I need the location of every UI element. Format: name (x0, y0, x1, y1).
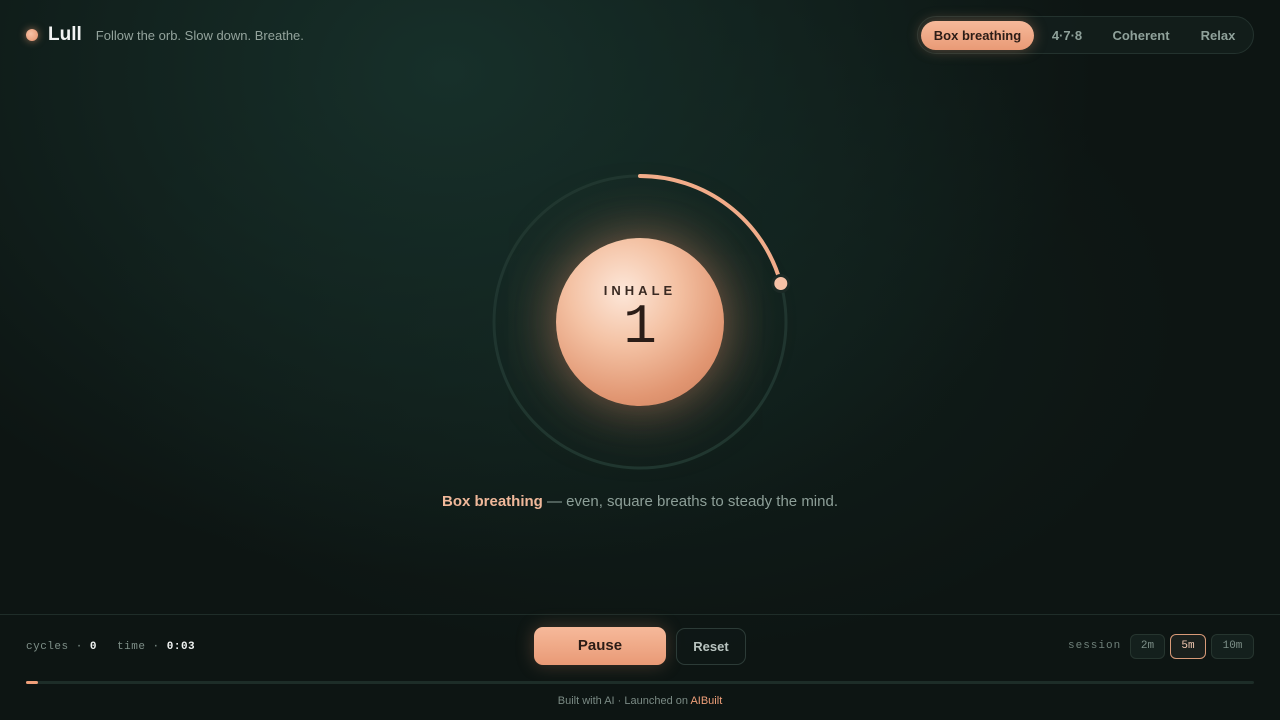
session-progress-bar (26, 681, 1254, 684)
credit-text: Built with AI · Launched on (557, 695, 691, 707)
session-label: session (1068, 640, 1122, 652)
time-label: time · (117, 641, 160, 653)
technique-name: Box breathing (441, 493, 543, 510)
technique-description: Box breathing — even, square breaths to … (0, 493, 1280, 510)
credit-line: Built with AI · Launched on AIBuilt (0, 695, 1280, 707)
footer-divider (0, 614, 1280, 615)
session-progress-fill (26, 681, 38, 684)
credit-link[interactable]: AIBuilt (690, 695, 722, 707)
progress-ring-knob (771, 274, 791, 293)
session-stats: cycles · 0 time · 0:03 (26, 640, 195, 654)
session-5m-chip[interactable]: 5m (1170, 634, 1206, 659)
session-10m-chip[interactable]: 10m (1211, 634, 1254, 659)
reset-button[interactable]: Reset (676, 628, 746, 665)
cycles-label: cycles · (26, 641, 83, 653)
phase-count: 1 (623, 295, 657, 359)
time-value: 0:03 (166, 641, 196, 653)
cycles-value: 0 (89, 641, 98, 653)
pause-button[interactable]: Pause (534, 627, 666, 665)
session-2m-chip[interactable]: 2m (1130, 634, 1165, 659)
technique-summary: — even, square breaths to steady the min… (542, 493, 838, 510)
